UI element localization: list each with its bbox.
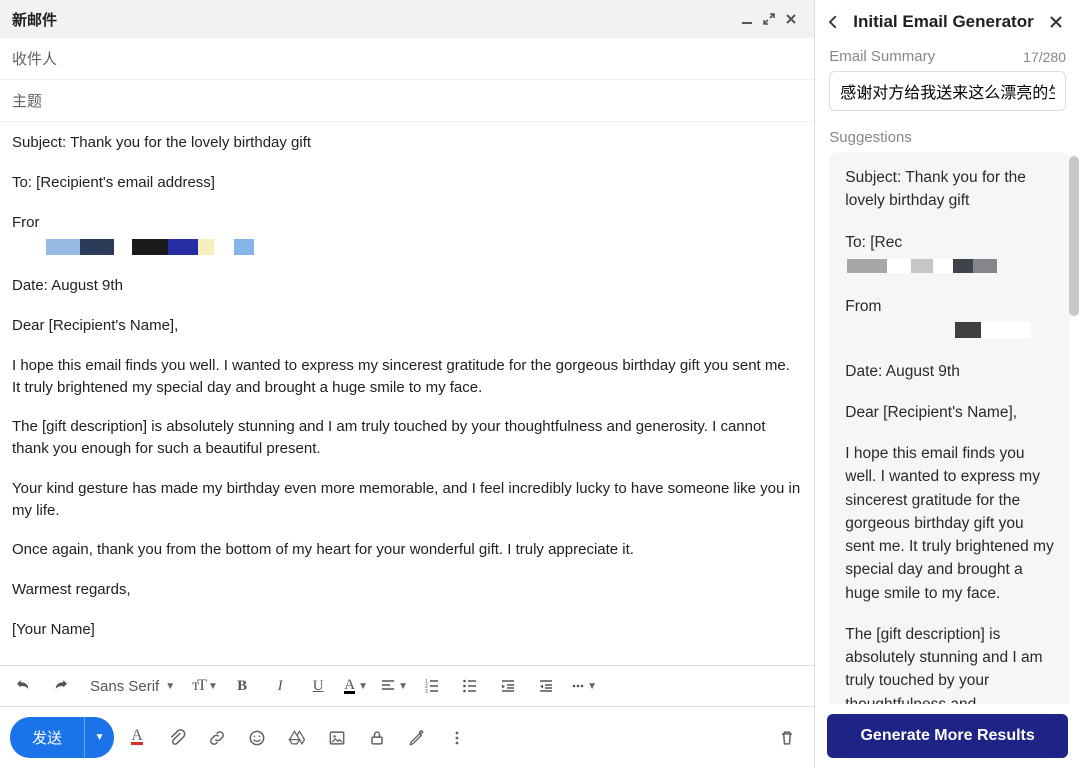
suggestions-label: Suggestions bbox=[815, 119, 1080, 152]
sugg-to: To: [Rec bbox=[845, 231, 1054, 278]
bullet-list-button[interactable] bbox=[453, 670, 487, 702]
suggestion-card[interactable]: Subject: Thank you for the lovely birthd… bbox=[829, 152, 1070, 704]
body-subject-line: Subject: Thank you for the lovely birthd… bbox=[12, 132, 802, 154]
attach-file-button[interactable] bbox=[160, 721, 194, 755]
sugg-subject: Subject: Thank you for the lovely birthd… bbox=[845, 166, 1054, 213]
sugg-greeting: Dear [Recipient's Name], bbox=[845, 401, 1054, 424]
numbered-list-button[interactable]: 123 bbox=[415, 670, 449, 702]
italic-button[interactable]: I bbox=[263, 670, 297, 702]
more-options-button[interactable] bbox=[440, 721, 474, 755]
recipients-label: 收件人 bbox=[12, 51, 57, 68]
suggestions-scroll[interactable]: Subject: Thank you for the lovely birthd… bbox=[815, 152, 1080, 704]
panel-footer: Generate More Results bbox=[815, 704, 1080, 768]
sugg-p1: I hope this email finds you well. I want… bbox=[845, 442, 1054, 605]
redaction-strip-to bbox=[847, 259, 997, 273]
close-icon[interactable] bbox=[780, 8, 802, 30]
insert-emoji-button[interactable] bbox=[240, 721, 274, 755]
redaction-strip-from2 bbox=[955, 322, 1031, 338]
indent-decrease-button[interactable] bbox=[491, 670, 525, 702]
font-size-button[interactable]: тT▼ bbox=[187, 670, 221, 702]
sugg-p2: The [gift description] is absolutely stu… bbox=[845, 623, 1054, 704]
text-format-button[interactable]: A bbox=[120, 721, 154, 755]
redaction-strip-from bbox=[46, 237, 802, 257]
indent-increase-button[interactable] bbox=[529, 670, 563, 702]
insert-drive-button[interactable] bbox=[280, 721, 314, 755]
bold-button[interactable]: B bbox=[225, 670, 259, 702]
panel-close-button[interactable] bbox=[1042, 8, 1070, 36]
compose-header: 新邮件 bbox=[0, 0, 814, 38]
chevron-down-icon: ▼ bbox=[165, 681, 175, 692]
sugg-date: Date: August 9th bbox=[845, 360, 1054, 383]
body-greeting: Dear [Recipient's Name], bbox=[12, 315, 802, 337]
panel-title: Initial Email Generator bbox=[853, 12, 1036, 32]
more-format-button[interactable]: ▼ bbox=[567, 670, 601, 702]
confidential-mode-button[interactable] bbox=[360, 721, 394, 755]
expand-icon[interactable] bbox=[758, 8, 780, 30]
insert-image-button[interactable] bbox=[320, 721, 354, 755]
panel-header: Initial Email Generator bbox=[815, 0, 1080, 44]
align-button[interactable]: ▼ bbox=[377, 670, 411, 702]
summary-input[interactable] bbox=[829, 71, 1066, 111]
recipients-field[interactable]: 收件人 bbox=[0, 38, 814, 80]
summary-label: Email Summary bbox=[829, 48, 935, 65]
body-to-line: To: [Recipient's email address] bbox=[12, 172, 802, 194]
summary-section: Email Summary 17/280 bbox=[815, 44, 1080, 119]
send-options-button[interactable]: ▼ bbox=[84, 717, 114, 758]
body-p1: I hope this email finds you well. I want… bbox=[12, 355, 802, 399]
minimize-icon[interactable] bbox=[736, 8, 758, 30]
sugg-from: From bbox=[845, 295, 1054, 342]
underline-button[interactable]: U bbox=[301, 670, 335, 702]
font-select[interactable]: Sans Serif ▼ bbox=[82, 670, 183, 702]
font-label: Sans Serif bbox=[90, 678, 159, 695]
body-signoff: Warmest regards, bbox=[12, 579, 802, 601]
body-p2: The [gift description] is absolutely stu… bbox=[12, 416, 802, 460]
insert-link-button[interactable] bbox=[200, 721, 234, 755]
body-from-prefix: Fror bbox=[12, 214, 40, 231]
svg-text:3: 3 bbox=[425, 689, 428, 694]
text-color-button[interactable]: A▼ bbox=[339, 670, 373, 702]
body-name: [Your Name] bbox=[12, 619, 802, 641]
body-p4: Once again, thank you from the bottom of… bbox=[12, 539, 802, 561]
send-button[interactable]: 发送 bbox=[10, 717, 84, 758]
scrollbar-thumb[interactable] bbox=[1069, 156, 1079, 316]
body-p3: Your kind gesture has made my birthday e… bbox=[12, 478, 802, 522]
compose-action-bar: 发送 ▼ A bbox=[0, 707, 814, 768]
redo-button[interactable] bbox=[44, 670, 78, 702]
discard-draft-button[interactable] bbox=[770, 721, 804, 755]
insert-signature-button[interactable] bbox=[400, 721, 434, 755]
generator-panel: Initial Email Generator Email Summary 17… bbox=[815, 0, 1080, 768]
formatting-toolbar: Sans Serif ▼ тT▼ B I U A▼ ▼ 123 ▼ bbox=[0, 665, 814, 707]
compose-window: 新邮件 收件人 主题 Subject: Thank you for the lo… bbox=[0, 0, 815, 768]
generate-more-button[interactable]: Generate More Results bbox=[827, 714, 1068, 758]
subject-label: 主题 bbox=[12, 93, 42, 110]
compose-body[interactable]: Subject: Thank you for the lovely birthd… bbox=[0, 122, 814, 665]
undo-button[interactable] bbox=[6, 670, 40, 702]
body-date-line: Date: August 9th bbox=[12, 275, 802, 297]
compose-title: 新邮件 bbox=[12, 9, 57, 30]
subject-field[interactable]: 主题 bbox=[0, 80, 814, 122]
back-button[interactable] bbox=[819, 8, 847, 36]
send-button-group: 发送 ▼ bbox=[10, 717, 114, 758]
summary-count: 17/280 bbox=[1023, 49, 1066, 65]
